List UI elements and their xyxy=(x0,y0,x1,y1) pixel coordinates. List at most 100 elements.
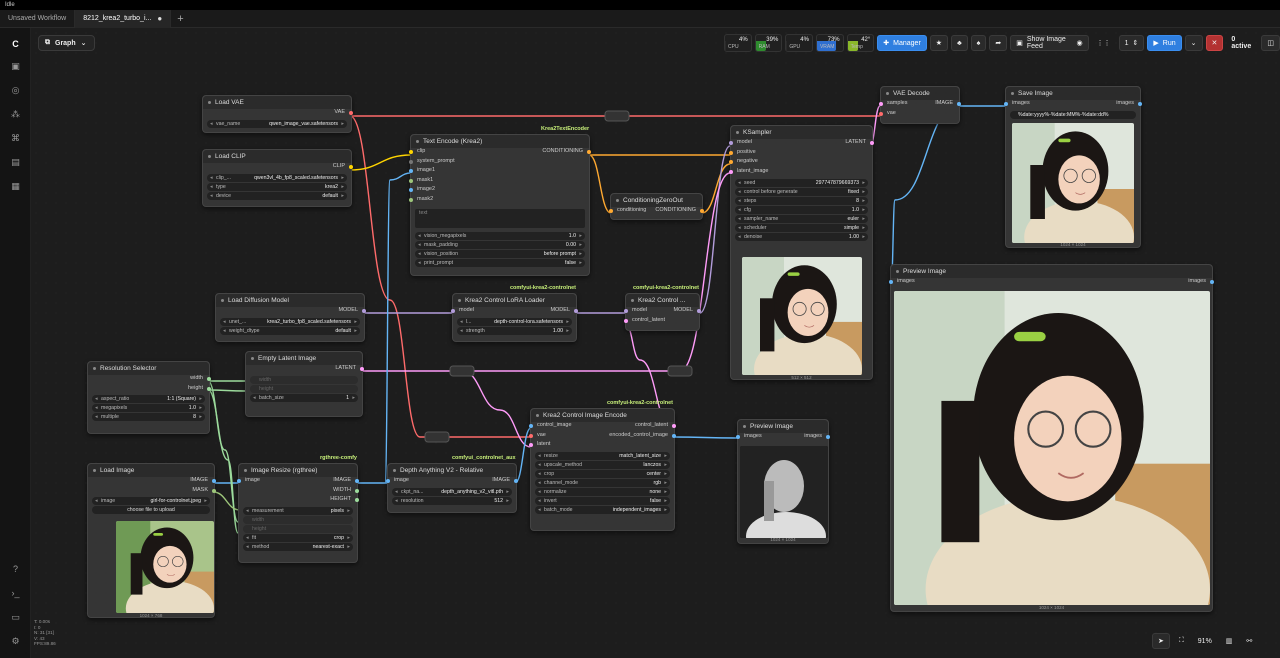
output-slot[interactable] xyxy=(349,165,353,169)
node-krea2-control-lora-loader[interactable]: Krea2 Control LoRA Loader model MODEL ◂ l.… xyxy=(451,293,578,342)
increment-arrow-icon[interactable]: ▸ xyxy=(862,207,865,213)
widget-control-before-generate[interactable]: ◂ control before generate fixed ▸ xyxy=(735,188,868,196)
output-slot[interactable] xyxy=(355,498,359,502)
run-button[interactable]: ▶ Run xyxy=(1147,35,1182,51)
increment-arrow-icon[interactable]: ▸ xyxy=(347,544,350,550)
fit-view-button[interactable]: ⛶ xyxy=(1174,633,1189,649)
broom-button[interactable]: ♣ xyxy=(951,35,968,51)
output-slot[interactable] xyxy=(355,479,359,483)
widget-seed[interactable]: ◂ seed 297747879669373 ▸ xyxy=(735,179,868,187)
decrement-arrow-icon[interactable]: ◂ xyxy=(246,508,249,514)
decrement-arrow-icon[interactable]: ◂ xyxy=(95,414,98,420)
output-slot[interactable] xyxy=(826,435,830,439)
increment-arrow-icon[interactable]: ▸ xyxy=(199,414,202,420)
increment-arrow-icon[interactable]: ▸ xyxy=(664,453,667,459)
increment-arrow-icon[interactable]: ▸ xyxy=(862,180,865,186)
decrement-arrow-icon[interactable]: ◂ xyxy=(738,189,741,195)
manager-button[interactable]: ✚ Manager xyxy=(877,35,927,51)
widget-filename-prefix[interactable]: %date:yyyy%-%date:MM%-%date:dd% xyxy=(1010,110,1136,119)
increment-arrow-icon[interactable]: ▸ xyxy=(862,189,865,195)
widget-measurement[interactable]: ◂ measurement pixels ▸ xyxy=(243,506,353,515)
input-slot[interactable] xyxy=(879,111,883,116)
widget-aspect-ratio[interactable]: ◂ aspect_ratio 1:1 (Square) ▸ xyxy=(92,395,205,403)
input-slot[interactable] xyxy=(386,479,390,483)
widget-method[interactable]: ◂ method nearest-exact ▸ xyxy=(243,542,353,551)
node-vae-decode[interactable]: VAE Decode samples IMAGE vae xyxy=(879,86,961,124)
tab-krea2-workflow[interactable]: 8212_krea2_turbo_i... ● xyxy=(75,9,172,28)
output-slot[interactable] xyxy=(212,488,216,493)
output-slot[interactable] xyxy=(1210,280,1214,284)
input-slot[interactable] xyxy=(409,197,413,202)
input-slot[interactable] xyxy=(529,443,533,447)
node-depth-anything-v2[interactable]: Depth Anything V2 - Relative image IMAGE … xyxy=(386,463,518,513)
input-slot[interactable] xyxy=(529,424,533,428)
widget-steps[interactable]: ◂ steps 8 ▸ xyxy=(735,197,868,205)
share-button[interactable]: ➦ xyxy=(989,35,1008,51)
decrement-arrow-icon[interactable]: ◂ xyxy=(538,480,541,486)
widget-normalize[interactable]: ◂ normalize none ▸ xyxy=(535,487,670,496)
decrement-arrow-icon[interactable]: ◂ xyxy=(538,489,541,495)
widget-lora-name[interactable]: ◂ l... depth-control-lora.safetensors ▸ xyxy=(457,317,572,326)
increment-arrow-icon[interactable]: ▸ xyxy=(862,234,865,240)
widget-resize[interactable]: ◂ resize match_latent_size ▸ xyxy=(535,451,670,460)
widget-weight-dtype[interactable]: ◂ weight_dtype default ▸ xyxy=(220,326,360,335)
settings-gear-icon[interactable]: ⚙ xyxy=(8,634,23,649)
widget-width[interactable]: width xyxy=(250,375,358,384)
bottom-panel-icon[interactable]: ▭ xyxy=(8,610,23,625)
input-slot[interactable] xyxy=(729,141,733,145)
input-slot[interactable] xyxy=(729,150,733,155)
toggle-panel-button[interactable]: ◫ xyxy=(1261,35,1280,51)
drag-handle-icon[interactable]: ⋮⋮ xyxy=(1092,35,1116,51)
node-conditioning-zero-out[interactable]: ConditioningZeroOut conditioning CONDITIO… xyxy=(609,193,704,220)
increment-arrow-icon[interactable]: ▸ xyxy=(862,225,865,231)
node-load-diffusion-model[interactable]: Load Diffusion Model MODEL ◂ unet_... krea… xyxy=(215,293,366,342)
input-slot[interactable] xyxy=(624,318,628,323)
output-slot[interactable] xyxy=(207,377,211,381)
node-krea2-control[interactable]: Krea2 Control ... model MODEL control_lat… xyxy=(624,293,701,331)
link-visibility-button[interactable]: ⚯ xyxy=(1241,633,1257,649)
input-slot[interactable] xyxy=(409,159,413,164)
decrement-arrow-icon[interactable]: ◂ xyxy=(418,260,421,266)
graph-mode-selector[interactable]: ⧉ Graph ⌄ xyxy=(38,35,95,51)
output-slot[interactable] xyxy=(957,102,961,106)
widget-batch-mode[interactable]: ◂ batch_mode independent_images ▸ xyxy=(535,505,670,514)
queue-icon[interactable]: ◎ xyxy=(8,83,23,98)
widget-clip-name[interactable]: ◂ clip_... qwen3vl_4b_fp8_scaled.safetenso… xyxy=(207,173,347,182)
decrement-arrow-icon[interactable]: ◂ xyxy=(738,216,741,222)
output-slot[interactable] xyxy=(207,386,211,391)
output-slot[interactable] xyxy=(672,433,676,438)
node-empty-latent-image[interactable]: Empty Latent Image LATENT width height ◂… xyxy=(245,351,364,417)
widget-image[interactable]: ◂ image girl-for-controlnet.jpeg ▸ xyxy=(92,497,210,505)
zoom-level[interactable]: 91% xyxy=(1193,633,1217,649)
broom-all-button[interactable]: ♠ xyxy=(970,35,987,51)
output-slot[interactable] xyxy=(360,367,364,371)
comfy-logo-icon[interactable]: C xyxy=(8,37,23,52)
star-button[interactable]: ★ xyxy=(929,35,949,51)
decrement-arrow-icon[interactable]: ◂ xyxy=(538,471,541,477)
widget-ckpt-name[interactable]: ◂ ckpt_na... depth_anything_v2_vitl.pth ▸ xyxy=(392,487,512,496)
input-slot[interactable] xyxy=(237,479,241,483)
input-slot[interactable] xyxy=(736,435,740,439)
decrement-arrow-icon[interactable]: ◂ xyxy=(738,207,741,213)
decrement-arrow-icon[interactable]: ◂ xyxy=(538,453,541,459)
widget-type[interactable]: ◂ type krea2 ▸ xyxy=(207,182,347,191)
new-tab-button[interactable]: + xyxy=(171,13,189,25)
output-slot[interactable] xyxy=(697,309,701,313)
input-slot[interactable] xyxy=(409,150,413,154)
minimap-button[interactable]: ▥ xyxy=(1221,633,1238,649)
widget-scheduler[interactable]: ◂ scheduler simple ▸ xyxy=(735,224,868,232)
widget-crop[interactable]: ◂ crop center ▸ xyxy=(535,469,670,478)
increment-arrow-icon[interactable]: ▸ xyxy=(347,535,350,541)
increment-arrow-icon[interactable]: ▸ xyxy=(579,242,582,248)
widget-fit[interactable]: ◂ fit crop ▸ xyxy=(243,533,353,542)
increment-arrow-icon[interactable]: ▸ xyxy=(347,508,350,514)
output-slot[interactable] xyxy=(355,488,359,493)
widget-device[interactable]: ◂ device default ▸ xyxy=(207,191,347,200)
widget-height[interactable]: height xyxy=(250,384,358,393)
decrement-arrow-icon[interactable]: ◂ xyxy=(538,462,541,468)
input-slot[interactable] xyxy=(729,160,733,164)
input-slot[interactable] xyxy=(529,433,533,438)
image-library-icon[interactable]: ▣ xyxy=(8,59,23,74)
decrement-arrow-icon[interactable]: ◂ xyxy=(246,535,249,541)
terminal-icon[interactable]: ›_ xyxy=(8,586,23,601)
